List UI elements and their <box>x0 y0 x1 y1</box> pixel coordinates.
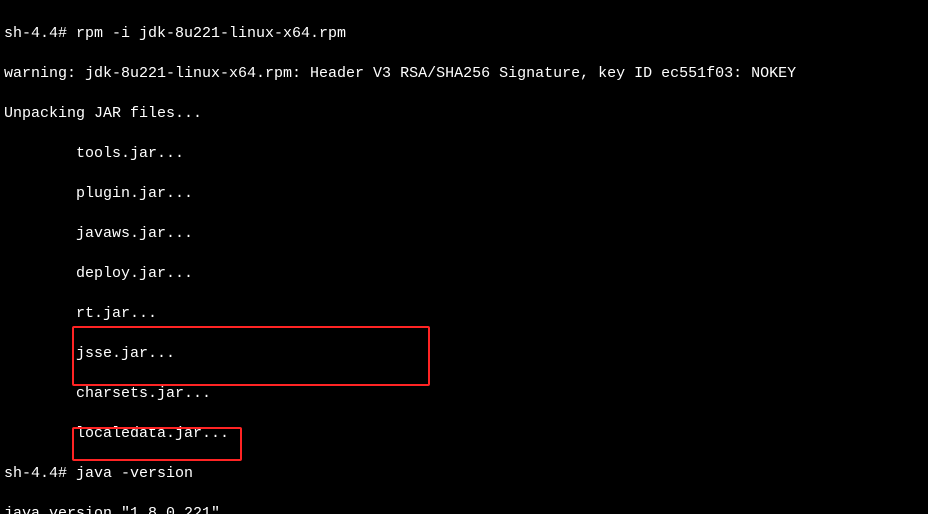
terminal-line: deploy.jar... <box>4 264 924 284</box>
terminal-line: tools.jar... <box>4 144 924 164</box>
terminal-line: rt.jar... <box>4 304 924 324</box>
terminal-line: jsse.jar... <box>4 344 924 364</box>
terminal-line: warning: jdk-8u221-linux-x64.rpm: Header… <box>4 64 924 84</box>
terminal-output[interactable]: sh-4.4# rpm -i jdk-8u221-linux-x64.rpm w… <box>0 0 928 514</box>
terminal-line: java version "1.8.0_221" <box>4 504 924 514</box>
terminal-line: javaws.jar... <box>4 224 924 244</box>
terminal-line: sh-4.4# rpm -i jdk-8u221-linux-x64.rpm <box>4 24 924 44</box>
terminal-line: plugin.jar... <box>4 184 924 204</box>
terminal-line: localedata.jar... <box>4 424 924 444</box>
terminal-line: sh-4.4# java -version <box>4 464 924 484</box>
terminal-line: charsets.jar... <box>4 384 924 404</box>
terminal-line: Unpacking JAR files... <box>4 104 924 124</box>
